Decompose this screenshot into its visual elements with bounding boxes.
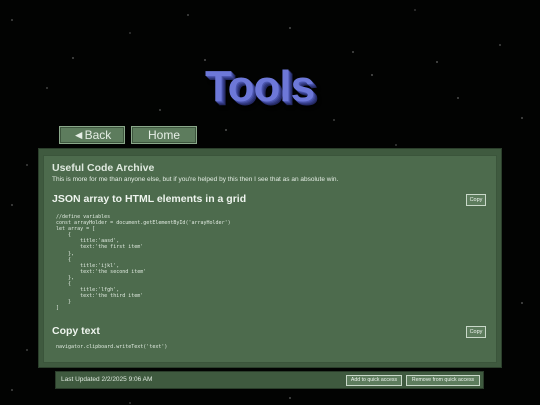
copy-button-copy-text[interactable]: Copy: [466, 326, 486, 338]
remove-from-quick-access-button[interactable]: Remove from quick access: [406, 375, 480, 386]
code-block-json-grid: //define variables const arrayHolder = d…: [56, 214, 231, 312]
archive-subtitle: This is more for me than anyone else, bu…: [52, 176, 339, 183]
copy-button-json-grid[interactable]: Copy: [466, 194, 486, 206]
last-updated: Last Updated 2/2/2025 9:06 AM: [61, 376, 153, 383]
content-panel: Useful Code Archive This is more for me …: [38, 148, 502, 368]
add-to-quick-access-button[interactable]: Add to quick access: [346, 375, 402, 386]
archive-title: Useful Code Archive: [52, 162, 155, 174]
back-button[interactable]: ◄Back: [59, 126, 125, 144]
section-title-json-grid: JSON array to HTML elements in a grid: [52, 193, 247, 205]
tools-logo: Tools: [205, 62, 315, 111]
home-button[interactable]: Home: [131, 126, 197, 144]
section-title-copy-text: Copy text: [52, 325, 100, 337]
code-archive-card: Useful Code Archive This is more for me …: [43, 155, 497, 363]
footer-bar: Last Updated 2/2/2025 9:06 AM Add to qui…: [55, 371, 484, 389]
code-block-copy-text: navigator.clipboard.writeText('text'): [56, 344, 168, 350]
